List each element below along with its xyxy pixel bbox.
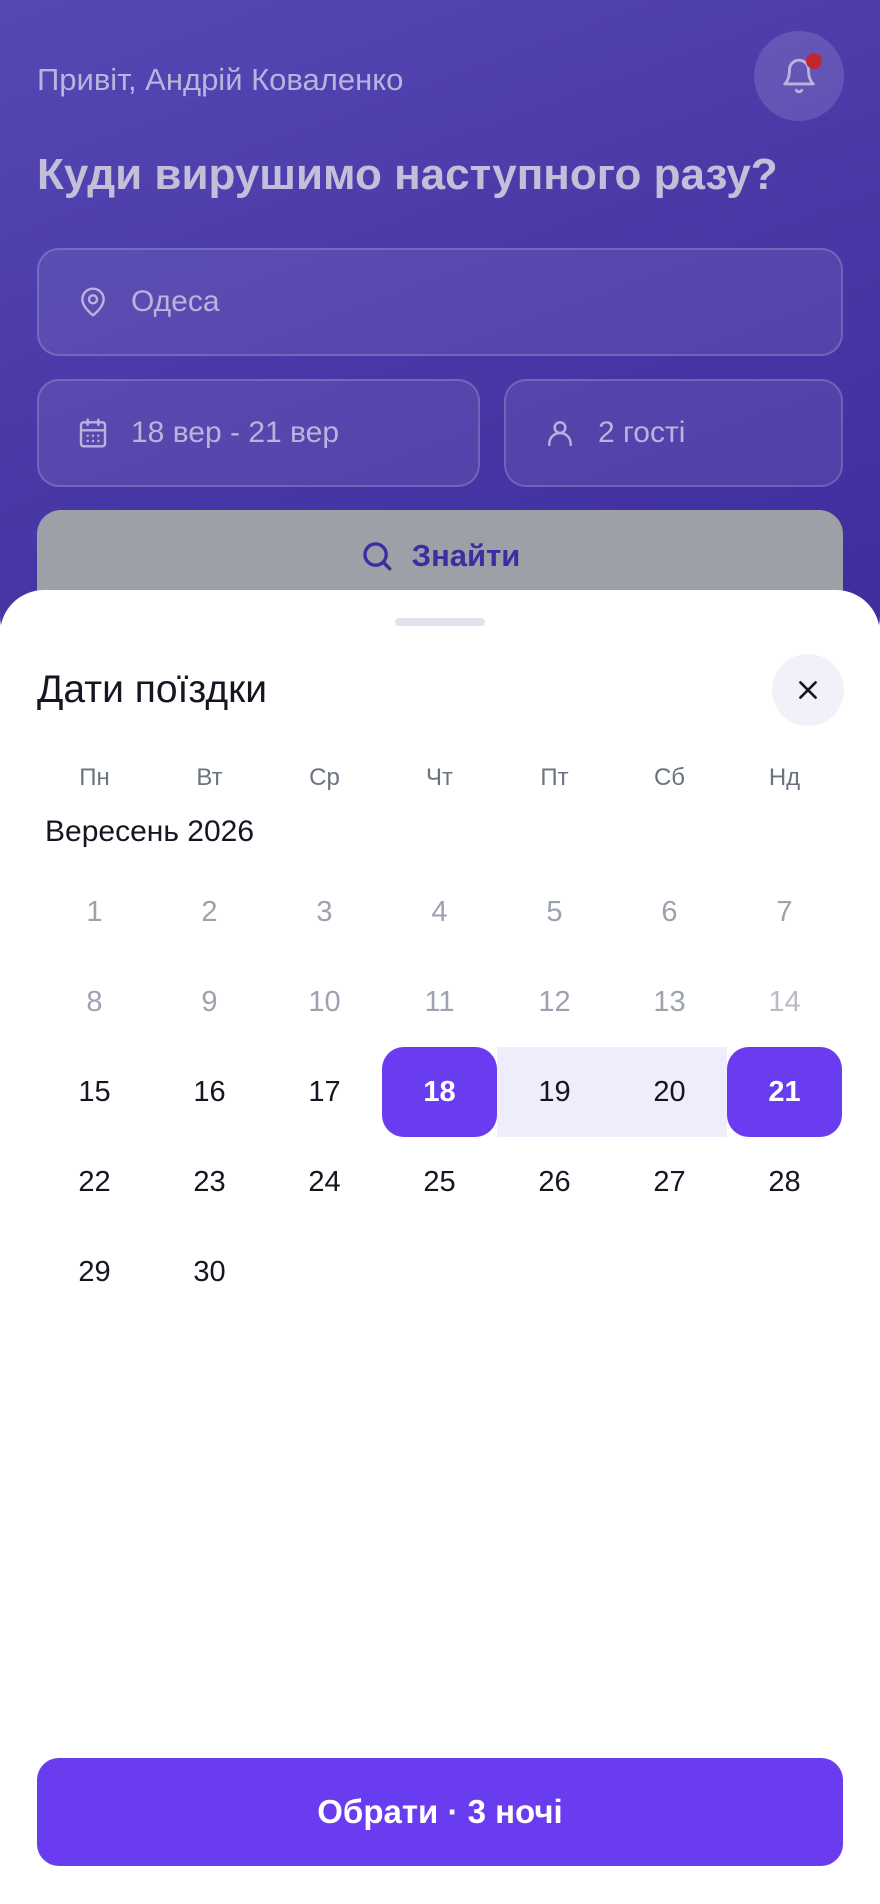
dates-value: 18 вер - 21 вер	[131, 416, 340, 449]
month-label: Вересень 2026	[45, 815, 255, 848]
weekday-header: Пн Вт Ср Чт Пт Сб Нд	[37, 758, 843, 798]
calendar-day-end[interactable]: 21	[727, 1047, 842, 1138]
calendar-scroll[interactable]: Вересень 2026 1 2 3 4 5 6 7 8 9 10 11 12 13 14 15 16 17 18…	[0, 815, 880, 1315]
calendar-day: 4	[431, 895, 448, 928]
calendar-day: 7	[776, 895, 793, 928]
calendar-day[interactable]: 23	[152, 1138, 267, 1228]
destination-value: Одеса	[131, 285, 220, 318]
calendar-icon	[79, 418, 107, 448]
close-icon	[799, 681, 817, 699]
search-button-label: Знайти	[411, 538, 521, 573]
calendar-day: 1	[86, 895, 103, 928]
calendar-day: 6	[661, 895, 678, 928]
calendar-day[interactable]: 24	[267, 1138, 382, 1228]
calendar-day-in-range[interactable]: 19	[497, 1047, 612, 1138]
calendar-day: 14	[768, 985, 801, 1018]
destination-field[interactable]: Одеса	[37, 248, 843, 356]
calendar-day-in-range[interactable]: 20	[612, 1047, 727, 1138]
confirm-dates-button[interactable]: Обрати · 3 ночі	[37, 1758, 843, 1866]
calendar-day[interactable]: 27	[612, 1138, 727, 1228]
calendar-day: 10	[308, 985, 341, 1018]
calendar-day[interactable]: 28	[727, 1138, 842, 1228]
calendar-day[interactable]: 17	[267, 1047, 382, 1137]
calendar-day[interactable]: 30	[152, 1228, 267, 1315]
calendar-day: 2	[201, 895, 218, 928]
guests-value: 2 гості	[598, 416, 686, 449]
date-picker-sheet: Дати поїздки Пн Вт Ср Чт Пт Сб Нд Вересе…	[0, 590, 880, 1904]
calendar-day-start[interactable]: 18	[382, 1047, 497, 1138]
greeting: Привіт, Андрій Коваленко	[37, 62, 404, 97]
calendar-day[interactable]: 29	[37, 1228, 152, 1315]
dates-field[interactable]: 18 вер - 21 вер	[37, 379, 480, 487]
calendar-day: 9	[201, 985, 218, 1018]
location-pin-icon	[81, 287, 105, 317]
calendar-day[interactable]: 22	[37, 1138, 152, 1228]
calendar-day[interactable]: 25	[382, 1138, 497, 1228]
calendar-day: 12	[538, 985, 571, 1018]
weekday-label: Нд	[768, 764, 801, 791]
weekday-label: Чт	[426, 764, 453, 791]
calendar-day[interactable]: 16	[152, 1047, 267, 1137]
calendar-day: 5	[546, 895, 563, 928]
sheet-title: Дати поїздки	[37, 668, 268, 711]
weekday-label: Сб	[653, 764, 686, 791]
close-button[interactable]	[772, 654, 844, 726]
calendar-day[interactable]: 26	[497, 1138, 612, 1228]
calendar-day: 13	[653, 985, 686, 1018]
calendar-day: 8	[86, 985, 103, 1018]
user-icon	[548, 421, 572, 447]
notifications-button[interactable]	[754, 31, 844, 121]
weekday-label: Ср	[309, 764, 340, 791]
calendar-day: 3	[316, 895, 333, 928]
weekday-label: Вт	[196, 764, 223, 791]
calendar-day: 11	[424, 985, 455, 1018]
search-icon	[362, 542, 392, 571]
notification-badge	[806, 53, 822, 69]
weekday-label: Пн	[79, 764, 110, 791]
weekday-label: Пт	[540, 764, 569, 791]
page-title: Куди вирушимо наступного разу?	[37, 150, 778, 199]
calendar-day[interactable]: 15	[37, 1047, 152, 1137]
sheet-drag-handle[interactable]	[395, 618, 485, 626]
search-hero: Привіт, Андрій Коваленко Куди вирушимо н…	[0, 0, 880, 660]
guests-field[interactable]: 2 гості	[504, 379, 843, 487]
